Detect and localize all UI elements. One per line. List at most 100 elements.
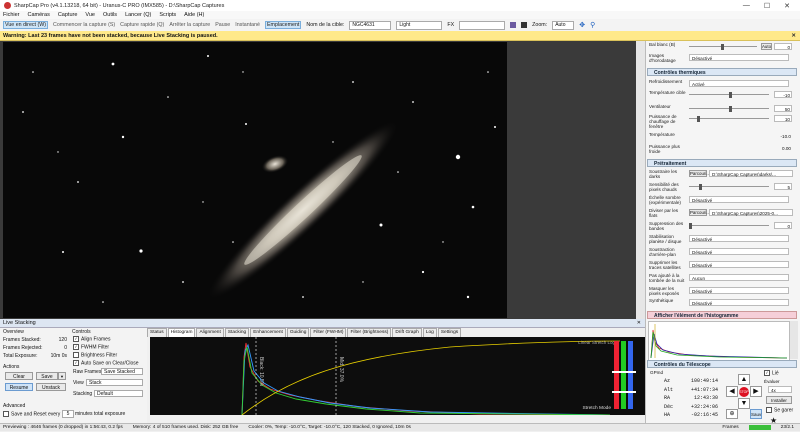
resume-button[interactable]: Resume: [5, 383, 33, 391]
target-temp-value[interactable]: -10: [774, 91, 792, 98]
stacking-select[interactable]: Default: [94, 390, 143, 397]
dark-scaling-select[interactable]: Désactivé: [689, 196, 789, 203]
mini-histogram[interactable]: [648, 321, 790, 361]
menu-help[interactable]: Aide (H): [184, 12, 204, 18]
align-frames-checkbox[interactable]: ✓ Align Frames: [73, 336, 110, 342]
tab-histogram[interactable]: Histogram: [167, 328, 196, 337]
flats-path[interactable]: D:\SharpCap Captures\2025-0...: [709, 209, 793, 216]
save-stack-button[interactable]: Save: [36, 372, 58, 380]
tab-filter-fwhm[interactable]: Filter (FWHM): [310, 328, 347, 337]
fwhm-filter-checkbox[interactable]: ✓ FWHM Filter: [73, 344, 109, 350]
menu-view[interactable]: Vue: [85, 12, 95, 18]
color-level-sliders[interactable]: [612, 341, 640, 409]
unstack-button[interactable]: Unstack: [36, 383, 66, 391]
save-reset-input[interactable]: 5: [62, 410, 74, 418]
bg-subtraction-select[interactable]: Désactivé: [689, 248, 789, 255]
green-level-slider[interactable]: [621, 341, 626, 409]
south-arrow-icon[interactable]: ▼: [738, 398, 750, 409]
save-position-button[interactable]: Sauv: [750, 409, 762, 419]
flats-browse-button[interactable]: Parcouri...: [689, 209, 710, 216]
banding-slider[interactable]: [689, 223, 769, 229]
save-reset-checkbox[interactable]: Save and Reset every: [3, 411, 60, 417]
heater-value[interactable]: 10: [774, 115, 792, 122]
maximize-button[interactable]: ☐: [764, 2, 770, 10]
live-image[interactable]: [3, 42, 507, 318]
fan-value[interactable]: 50: [774, 105, 792, 112]
darks-path[interactable]: D:\SharpCap Captures\darks\...: [709, 170, 793, 177]
tab-alignment[interactable]: Alignment: [196, 328, 224, 337]
stop-slew-icon[interactable]: STOP: [739, 387, 749, 397]
pause-button[interactable]: Pause: [215, 22, 230, 28]
star-icon[interactable]: ★: [770, 416, 777, 423]
north-arrow-icon[interactable]: ▲: [738, 374, 750, 385]
tab-filter-brightness[interactable]: Filter (Brightness): [347, 328, 392, 337]
fan-slider[interactable]: [689, 106, 769, 112]
search-icon[interactable]: ⚲: [590, 21, 595, 29]
snapshot-button[interactable]: Instantané: [235, 22, 260, 28]
start-capture-button[interactable]: Commencer la capture (S): [53, 22, 115, 28]
live-view-button[interactable]: Vue en direct (W): [3, 21, 49, 29]
menu-scripts[interactable]: Scripts: [159, 12, 176, 18]
stabilization-select[interactable]: Désactivé: [689, 235, 789, 242]
brightness-filter-checkbox[interactable]: Brightness Filter: [73, 352, 117, 358]
hotpixel-slider[interactable]: [689, 184, 769, 190]
clear-button[interactable]: Clear: [5, 372, 33, 380]
menu-cameras[interactable]: Caméras: [28, 12, 50, 18]
blue-level-slider[interactable]: [628, 341, 633, 409]
west-arrow-icon[interactable]: ◀: [726, 386, 738, 397]
theme-select[interactable]: Light: [396, 20, 443, 30]
mini-histogram-scrollbar[interactable]: [790, 321, 798, 359]
park-checkbox[interactable]: Se garer: [766, 407, 793, 413]
stop-capture-button[interactable]: Arrêter la capture: [169, 22, 210, 28]
target-icon[interactable]: ⊕: [726, 409, 738, 419]
close-icon[interactable]: ✕: [791, 31, 796, 41]
close-button[interactable]: ✕: [784, 2, 790, 10]
rate-select[interactable]: 4x: [768, 386, 792, 393]
white-balance-slider[interactable]: [689, 44, 757, 50]
raw-frames-select[interactable]: Save Stacked: [101, 368, 143, 375]
tab-status[interactable]: Status: [147, 328, 167, 337]
banding-value[interactable]: 0: [774, 222, 792, 229]
track-checkbox[interactable]: ✓ Lié: [764, 370, 779, 376]
quick-capture-button[interactable]: Capture rapide (Q): [120, 22, 164, 28]
zoom-fit-button[interactable]: Emplacement: [265, 21, 302, 29]
tab-settings[interactable]: Settings: [437, 328, 462, 337]
darkpix-select[interactable]: Désactivé: [689, 287, 789, 294]
zoom-select[interactable]: Auto: [552, 20, 575, 30]
wb-auto-button[interactable]: Auto: [761, 43, 772, 50]
cooling-select[interactable]: Activé: [689, 80, 789, 87]
menu-launch[interactable]: Lancer (Q): [125, 12, 151, 18]
east-arrow-icon[interactable]: ▶: [750, 386, 762, 397]
thermal-section-header[interactable]: Contrôles thermiques: [647, 68, 797, 76]
menu-capture[interactable]: Capture: [58, 12, 78, 18]
fx-select[interactable]: [459, 20, 506, 30]
tab-log[interactable]: Log: [422, 328, 437, 337]
menu-file[interactable]: Fichier: [3, 12, 20, 18]
pan-icon[interactable]: ✥: [579, 21, 585, 29]
save-dropdown-icon[interactable]: ▼: [58, 372, 66, 380]
install-button[interactable]: Installer: [766, 396, 792, 404]
histogram-mode-legend[interactable]: Linear Stretch Log: [578, 340, 615, 345]
telescope-section-header[interactable]: Contrôles du Télescope: [647, 360, 797, 368]
synthetic-select[interactable]: Désactivé: [689, 299, 789, 306]
view-select[interactable]: Stack: [86, 379, 143, 386]
color-swatch-icon[interactable]: [510, 22, 517, 28]
stack-histogram[interactable]: Black: 10.5% Mid: 37.0% Linear Stretch L…: [150, 337, 645, 416]
satellite-select[interactable]: Désactivé: [689, 261, 789, 268]
viewer-scrollbar[interactable]: [636, 41, 645, 319]
tab-enhancement[interactable]: Enhancement: [250, 328, 286, 337]
heater-slider[interactable]: [689, 116, 769, 122]
timestamp-select[interactable]: Désactivé: [689, 54, 789, 61]
tab-stacking[interactable]: Stacking: [224, 328, 250, 337]
close-icon[interactable]: ✕: [637, 319, 641, 328]
nightfall-select[interactable]: Aucun: [689, 274, 789, 281]
target-temp-slider[interactable]: [689, 92, 769, 98]
white-balance-value[interactable]: 0: [774, 43, 792, 50]
preprocessing-section-header[interactable]: Prétraitement: [647, 159, 797, 167]
crosshair-icon[interactable]: [521, 22, 528, 28]
menu-tools[interactable]: Outils: [103, 12, 117, 18]
hotpixel-value[interactable]: 5: [774, 183, 792, 190]
target-name-input[interactable]: NGC4631: [349, 20, 392, 30]
tab-guiding[interactable]: Guiding: [286, 328, 310, 337]
autosave-checkbox[interactable]: ✓ Auto Save on Clear/Close: [73, 360, 139, 366]
